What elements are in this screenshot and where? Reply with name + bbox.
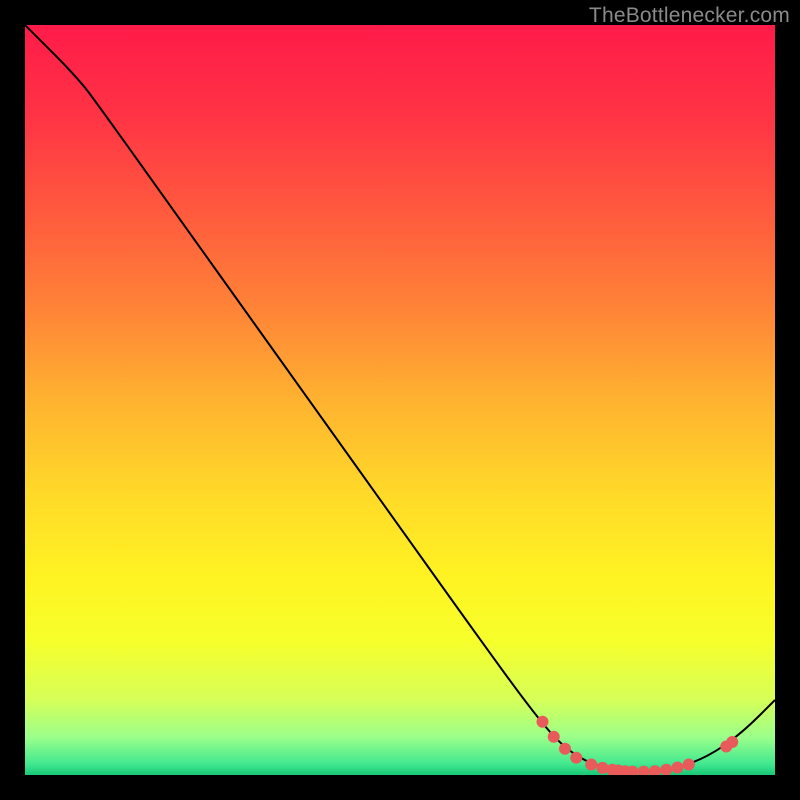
- chart-marker: [570, 752, 582, 764]
- chart-background: [25, 25, 775, 775]
- chart-marker: [726, 736, 738, 748]
- chart-marker: [683, 759, 695, 771]
- chart-marker: [585, 759, 597, 771]
- chart-svg: [25, 25, 775, 775]
- chart-marker: [672, 762, 684, 774]
- chart-marker: [548, 731, 560, 743]
- chart-frame: TheBottlenecker.com: [0, 0, 800, 800]
- chart-marker: [537, 716, 549, 728]
- chart-marker: [559, 743, 571, 755]
- chart-plot: [25, 25, 775, 775]
